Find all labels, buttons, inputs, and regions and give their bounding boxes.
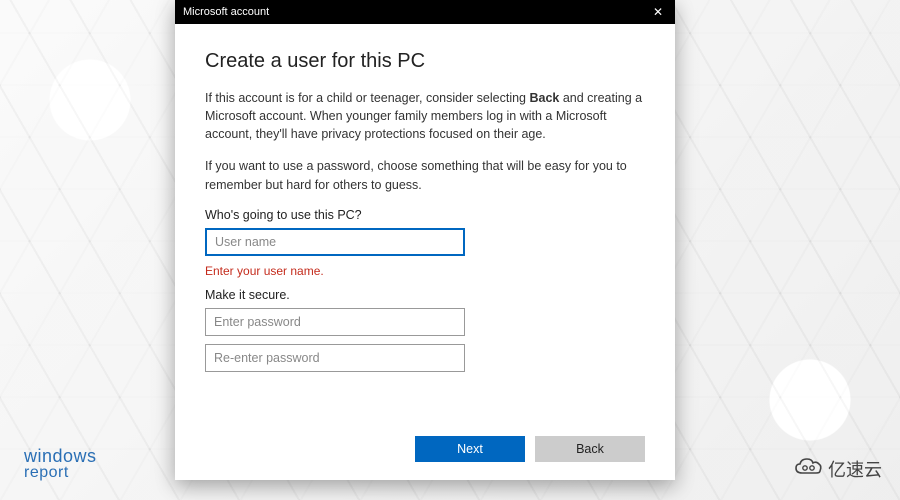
username-section-label: Who's going to use this PC? — [205, 208, 645, 222]
page-title: Create a user for this PC — [205, 50, 645, 73]
intro-bold-back: Back — [529, 91, 559, 105]
window-title: Microsoft account — [183, 6, 269, 18]
next-button[interactable]: Next — [415, 436, 525, 462]
watermark-windows-report: windows report — [24, 448, 97, 480]
titlebar: Microsoft account ✕ — [175, 0, 675, 24]
dialog-footer: Next Back — [415, 436, 645, 462]
watermark-line1: windows — [24, 448, 97, 465]
username-error: Enter your user name. — [205, 264, 645, 278]
username-input[interactable] — [205, 228, 465, 256]
back-button[interactable]: Back — [535, 436, 645, 462]
watermark-line2: report — [24, 465, 97, 480]
intro-paragraph-1: If this account is for a child or teenag… — [205, 89, 645, 143]
password-confirm-input[interactable] — [205, 344, 465, 372]
close-icon[interactable]: ✕ — [649, 5, 667, 19]
cloud-icon — [794, 457, 824, 482]
password-section-label: Make it secure. — [205, 288, 645, 302]
password-input[interactable] — [205, 308, 465, 336]
intro-paragraph-2: If you want to use a password, choose so… — [205, 157, 645, 193]
dialog-content: Create a user for this PC If this accoun… — [175, 24, 675, 480]
create-user-dialog: Microsoft account ✕ Create a user for th… — [175, 0, 675, 480]
watermark-yisu: 亿速云 — [794, 456, 882, 482]
watermark-right-text: 亿速云 — [828, 456, 882, 482]
intro-text-a: If this account is for a child or teenag… — [205, 91, 529, 105]
